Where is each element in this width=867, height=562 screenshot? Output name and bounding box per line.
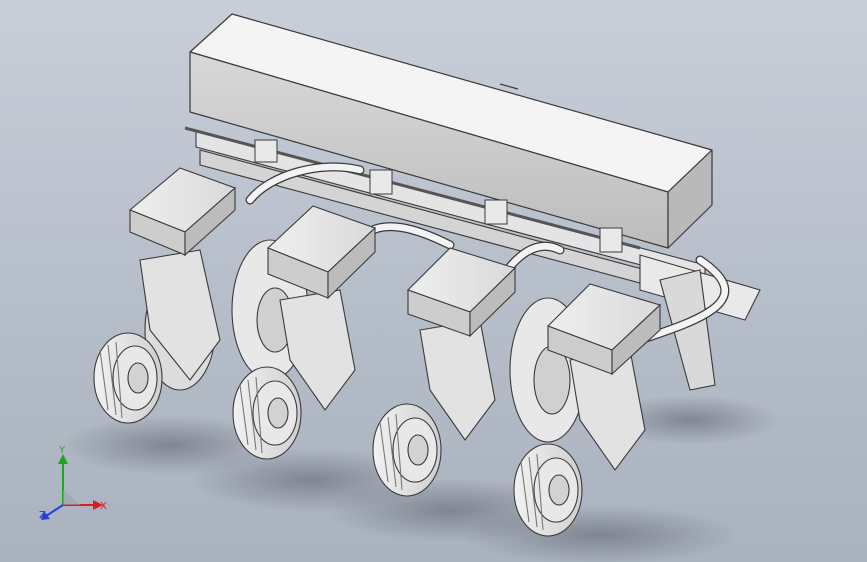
row-unit-1[interactable] [93, 167, 237, 424]
graphics-viewport[interactable]: Y X Z [0, 0, 867, 562]
z-axis-label: Z [39, 510, 46, 521]
planter-assembly-model[interactable]: Y X Z [0, 0, 867, 562]
gauge-wheel-1[interactable] [93, 332, 163, 424]
x-axis-label: X [100, 501, 107, 512]
row-unit-3[interactable] [372, 247, 517, 497]
row-unit-2[interactable] [231, 205, 377, 460]
y-axis-label: Y [58, 445, 66, 456]
z-axis-line [45, 504, 64, 517]
gauge-wheel-3[interactable] [372, 403, 442, 497]
gauge-wheel-2[interactable] [232, 366, 302, 460]
row-unit-4[interactable] [509, 283, 662, 537]
gauge-wheel-4[interactable] [513, 443, 583, 537]
